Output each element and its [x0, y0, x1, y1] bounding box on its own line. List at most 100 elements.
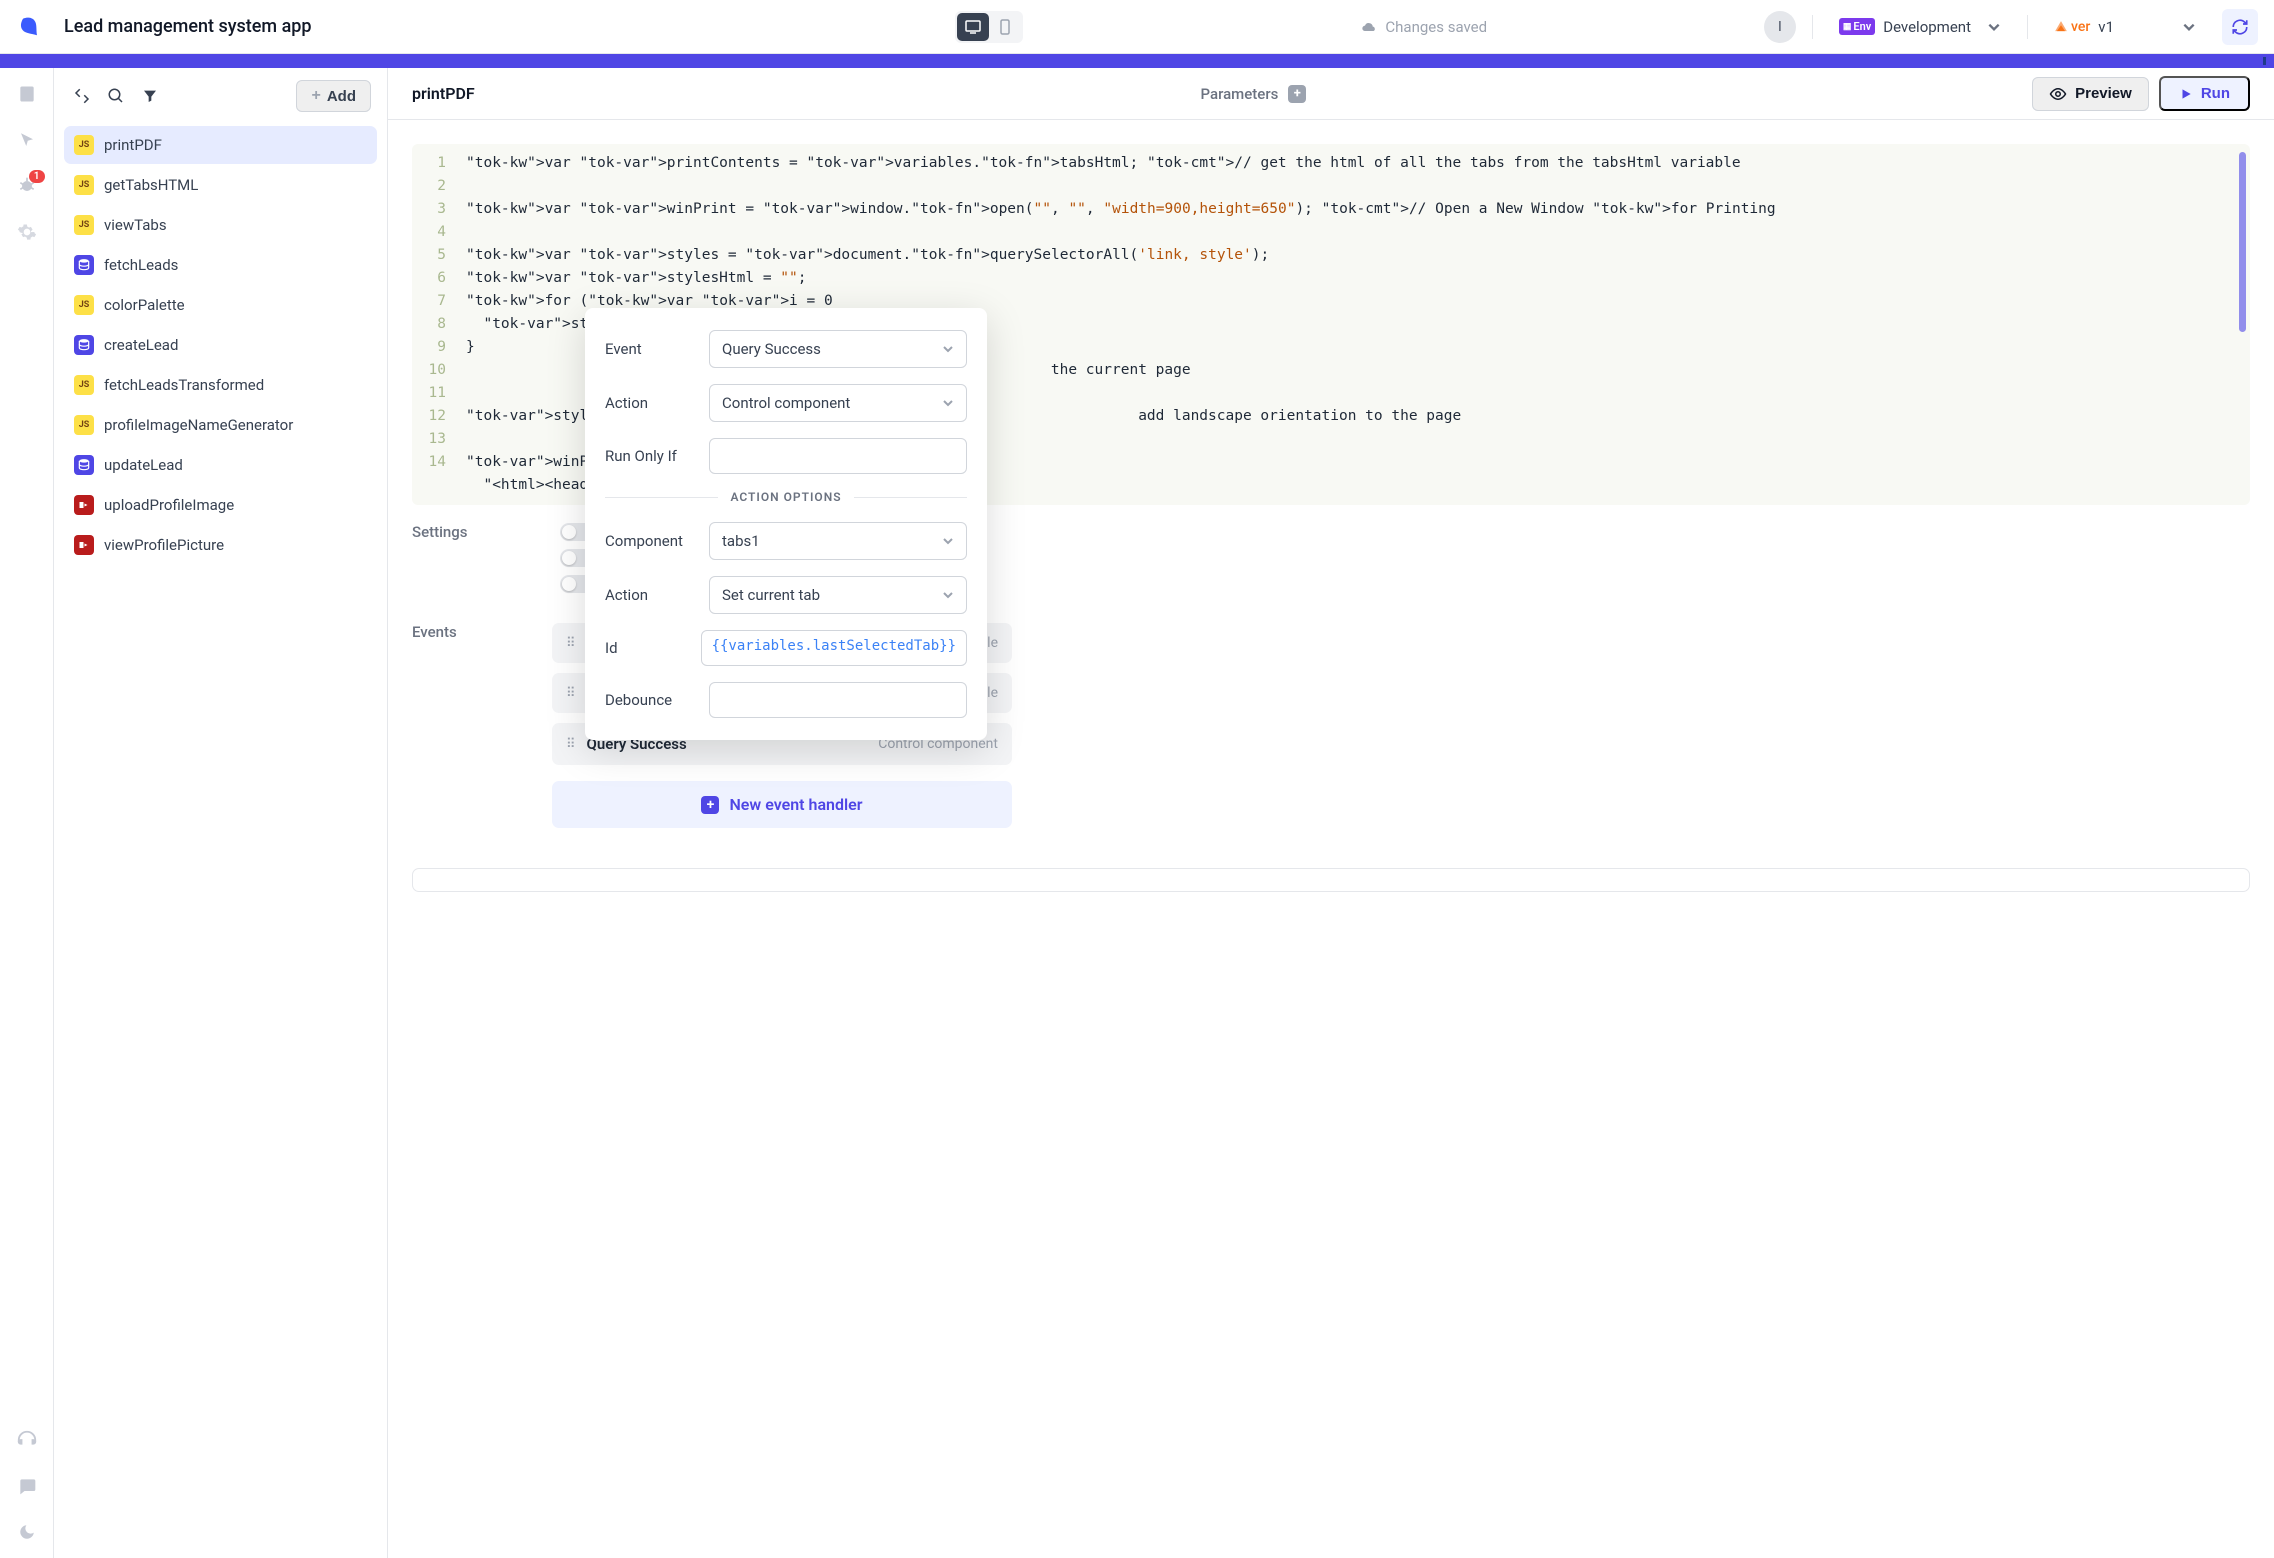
js-icon: JS — [74, 135, 94, 155]
popup-divider-label: ACTION OPTIONS — [730, 490, 841, 504]
run-button[interactable]: Run — [2159, 76, 2250, 111]
rail-pages-icon[interactable] — [15, 82, 39, 106]
logo-icon — [16, 13, 44, 41]
collapse-icon[interactable] — [70, 84, 94, 108]
events-label: Events — [412, 623, 532, 828]
play-icon — [2179, 87, 2193, 101]
chevron-down-icon — [1987, 20, 2001, 34]
version-tag-icon: ver — [2054, 19, 2090, 35]
query-label: profileImageNameGenerator — [104, 416, 293, 434]
api-icon — [74, 535, 94, 555]
sidebar-item-profileImageNameGenerator[interactable]: JS profileImageNameGenerator — [64, 406, 377, 444]
js-icon: JS — [74, 295, 94, 315]
refresh-button[interactable] — [2222, 9, 2258, 45]
rail-theme-icon[interactable] — [15, 1520, 39, 1544]
mobile-device-button[interactable] — [989, 13, 1021, 41]
js-icon: JS — [74, 175, 94, 195]
chevron-down-icon — [942, 343, 954, 355]
settings-label: Settings — [412, 523, 532, 541]
debug-badge: 1 — [29, 170, 45, 183]
query-label: createLead — [104, 336, 178, 354]
query-sidebar: + Add JS printPDF JS getTabsHTML JS viewTabs f… — [54, 68, 388, 1558]
sidebar-item-viewProfilePicture[interactable]: viewProfilePicture — [64, 526, 377, 564]
preview-button[interactable]: Preview — [2032, 77, 2149, 111]
app-header: Lead management system app Changes saved… — [0, 0, 2274, 54]
add-query-button[interactable]: + Add — [296, 80, 371, 112]
query-label: uploadProfileImage — [104, 496, 234, 514]
query-label: colorPalette — [104, 296, 185, 314]
device-toggle — [955, 11, 1023, 43]
chevron-down-icon — [2182, 20, 2196, 34]
sidebar-item-updateLead[interactable]: updateLead — [64, 446, 377, 484]
user-avatar[interactable]: I — [1764, 11, 1796, 43]
app-title[interactable]: Lead management system app — [64, 16, 312, 37]
js-icon: JS — [74, 415, 94, 435]
popup-action-select[interactable]: Control component — [709, 384, 967, 422]
popup-debounce-input[interactable] — [709, 682, 967, 718]
main-panel: printPDF Parameters + Preview Run 123456… — [388, 68, 2274, 1558]
editor-scrollbar[interactable] — [2239, 152, 2246, 332]
sidebar-item-viewTabs[interactable]: JS viewTabs — [64, 206, 377, 244]
popup-event-label: Event — [605, 340, 697, 358]
chevron-down-icon — [942, 397, 954, 409]
query-label: updateLead — [104, 456, 183, 474]
popup-runonlyif-input[interactable] — [709, 438, 967, 474]
api-icon — [74, 495, 94, 515]
plus-icon: + — [701, 796, 719, 814]
version-selector[interactable]: ver v1 — [2044, 12, 2206, 42]
js-icon: JS — [74, 375, 94, 395]
sidebar-item-fetchLeadsTransformed[interactable]: JS fetchLeadsTransformed — [64, 366, 377, 404]
sidebar-item-createLead[interactable]: createLead — [64, 326, 377, 364]
db-icon — [74, 335, 94, 355]
sidebar-item-getTabsHTML[interactable]: JS getTabsHTML — [64, 166, 377, 204]
query-label: printPDF — [104, 136, 162, 154]
chevron-down-icon — [942, 589, 954, 601]
rail-support-icon[interactable] — [15, 1428, 39, 1452]
popup-component-label: Component — [605, 532, 697, 550]
desktop-device-button[interactable] — [957, 13, 989, 41]
query-label: getTabsHTML — [104, 176, 198, 194]
query-title[interactable]: printPDF — [412, 84, 475, 103]
search-icon[interactable] — [104, 84, 128, 108]
chevron-down-icon — [942, 535, 954, 547]
canvas-strip — [0, 54, 2274, 68]
sidebar-item-colorPalette[interactable]: JS colorPalette — [64, 286, 377, 324]
popup-action-label: Action — [605, 394, 697, 412]
query-label: viewProfilePicture — [104, 536, 224, 554]
popup-id-input[interactable]: {{variables.lastSelectedTab}} — [701, 630, 967, 666]
drag-handle-icon[interactable]: ⠿ — [566, 686, 575, 701]
sidebar-item-uploadProfileImage[interactable]: uploadProfileImage — [64, 486, 377, 524]
environment-selector[interactable]: ▦Env Development — [1829, 12, 2011, 42]
rail-cursor-icon[interactable] — [15, 128, 39, 152]
rail-chat-icon[interactable] — [15, 1474, 39, 1498]
drag-handle-icon[interactable]: ⠿ — [566, 636, 575, 651]
rail-debug-icon[interactable]: 1 — [15, 174, 39, 198]
env-tag-icon: ▦Env — [1839, 18, 1875, 35]
eye-icon — [2049, 85, 2067, 103]
query-label: fetchLeadsTransformed — [104, 376, 264, 394]
query-label: fetchLeads — [104, 256, 178, 274]
js-icon: JS — [74, 215, 94, 235]
left-rail: 1 — [0, 68, 54, 1558]
rail-settings-icon[interactable] — [15, 220, 39, 244]
query-label: viewTabs — [104, 216, 167, 234]
filter-icon[interactable] — [138, 84, 162, 108]
db-icon — [74, 255, 94, 275]
popup-action2-label: Action — [605, 586, 697, 604]
new-event-handler-button[interactable]: + New event handler — [552, 781, 1012, 828]
popup-debounce-label: Debounce — [605, 691, 697, 709]
parameters-label: Parameters — [1200, 85, 1278, 103]
add-parameter-button[interactable]: + — [1288, 85, 1306, 103]
cloud-icon — [1361, 19, 1377, 35]
popup-event-select[interactable]: Query Success — [709, 330, 967, 368]
popup-component-select[interactable]: tabs1 — [709, 522, 967, 560]
plus-icon: + — [311, 87, 320, 105]
sidebar-item-printPDF[interactable]: JS printPDF — [64, 126, 377, 164]
popup-runonlyif-label: Run Only If — [605, 447, 697, 465]
save-status: Changes saved — [1361, 18, 1487, 36]
drag-handle-icon[interactable]: ⠿ — [566, 737, 575, 752]
sidebar-item-fetchLeads[interactable]: fetchLeads — [64, 246, 377, 284]
popup-action2-select[interactable]: Set current tab — [709, 576, 967, 614]
event-handler-popup: Event Query Success Action Control compo… — [585, 308, 987, 740]
popup-id-label: Id — [605, 639, 689, 657]
